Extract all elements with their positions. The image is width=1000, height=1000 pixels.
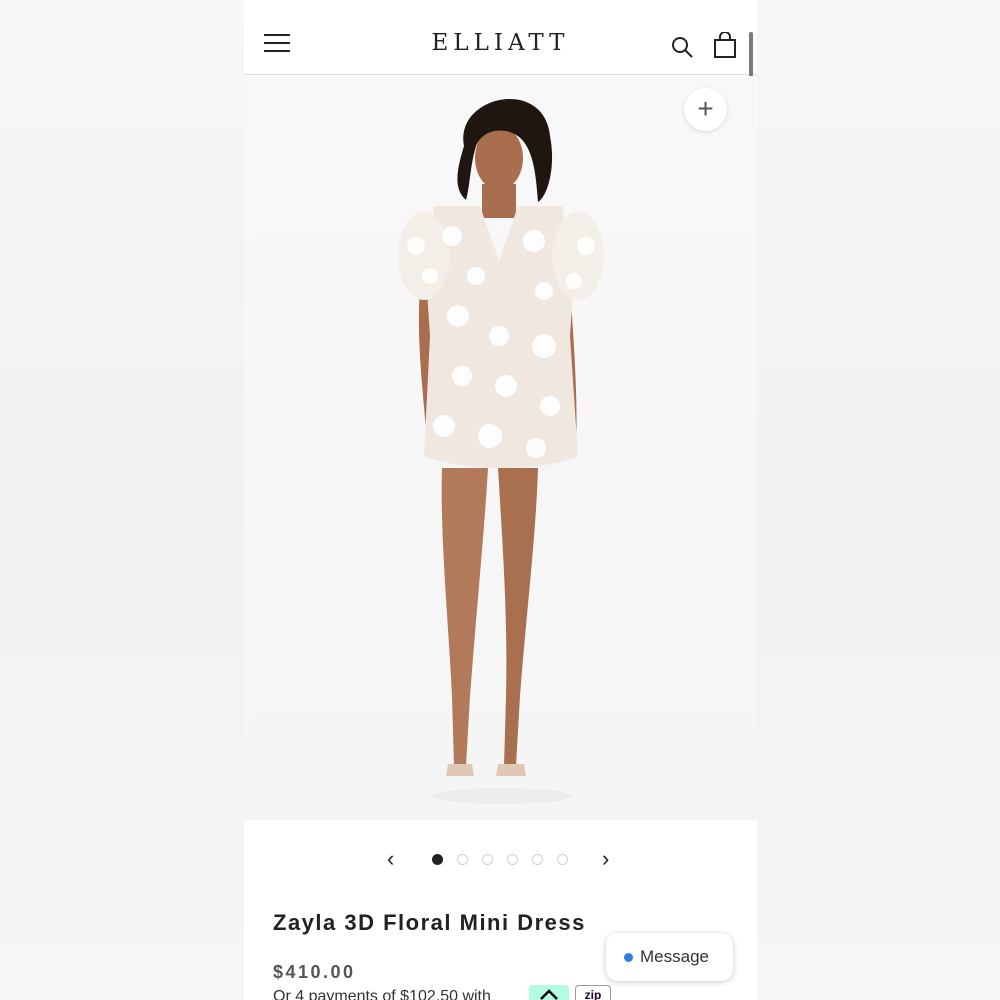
site-header: ELLIATT: [244, 0, 757, 75]
online-status-dot: [624, 953, 633, 962]
afterpay-icon[interactable]: [529, 985, 569, 1000]
gallery-dot-3[interactable]: [482, 854, 493, 865]
product-title: Zayla 3D Floral Mini Dress: [273, 910, 586, 935]
chevron-right-icon[interactable]: ›: [602, 846, 609, 872]
gallery-dot-1[interactable]: [432, 854, 443, 865]
gallery-dot-6[interactable]: [557, 854, 568, 865]
installments-text: Or 4 payments of $102.50 with: [273, 988, 491, 1000]
model-illustration: [398, 98, 604, 804]
background-left: [0, 0, 244, 1000]
background-right: [757, 0, 1000, 1000]
gallery-pagination: ‹ ›: [244, 840, 757, 876]
zoom-button[interactable]: +: [684, 88, 727, 131]
gallery-dot-4[interactable]: [507, 854, 518, 865]
gallery-dot-5[interactable]: [532, 854, 543, 865]
gallery-dot-2[interactable]: [457, 854, 468, 865]
mobile-page: ELLIATT + ‹ › Zayla 3D Floral Mini Dress…: [244, 0, 757, 1000]
shopping-bag-icon[interactable]: [713, 32, 737, 58]
product-photo: +: [244, 76, 757, 820]
message-button[interactable]: Message: [606, 933, 733, 981]
product-price: $410.00: [273, 962, 356, 982]
chevron-left-icon[interactable]: ‹: [387, 846, 394, 872]
search-icon[interactable]: [670, 35, 694, 59]
zip-pay-icon[interactable]: zip: [575, 985, 611, 1000]
message-label: Message: [640, 947, 709, 966]
